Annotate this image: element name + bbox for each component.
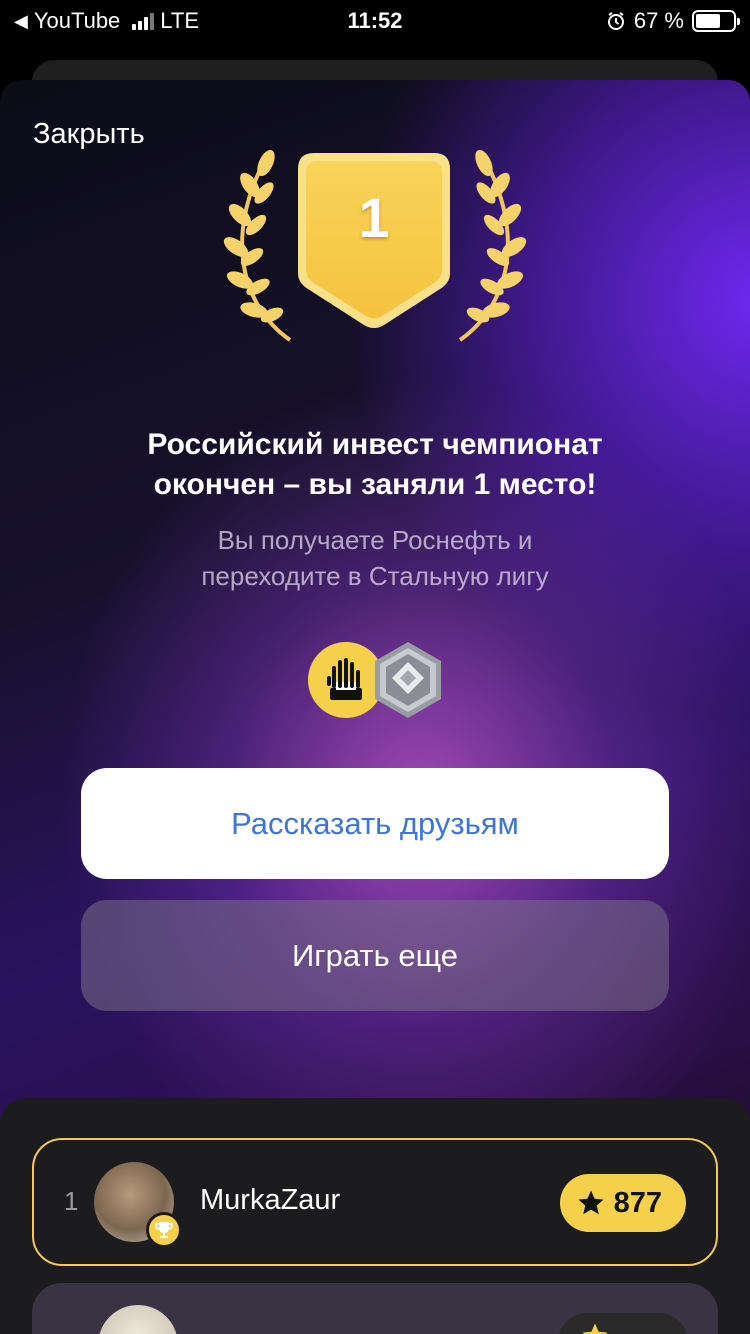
laurel-left-icon — [223, 149, 292, 342]
star-icon — [582, 1323, 608, 1334]
leaderboard: 1 MurkaZaur 877 — [0, 1098, 750, 1334]
result-headline: Российский инвест чемпионат окончен – вы… — [60, 425, 690, 505]
star-icon — [578, 1190, 604, 1215]
battery-icon — [692, 10, 740, 32]
reward-icons — [308, 640, 448, 720]
headline-line-1: Российский инвест чемпионат — [147, 428, 603, 461]
headline-line-2: окончен – вы заняли 1 место! — [153, 468, 597, 501]
place-number: 1 — [358, 186, 390, 249]
player-name: MurkaZaur — [200, 1184, 341, 1216]
trophy-icon — [146, 1212, 182, 1248]
result-subtext: Вы получаете Роснефть и переходите в Ста… — [90, 522, 660, 594]
score-badge: 877 — [559, 1174, 686, 1232]
score-value: 877 — [613, 1186, 662, 1219]
battery-percent: 67 % — [633, 8, 684, 33]
play-again-button[interactable]: Играть еще — [81, 900, 669, 1011]
subtext-line-2: переходите в Стальную лигу — [201, 561, 549, 591]
alarm-icon — [607, 12, 624, 30]
leaderboard-row[interactable]: 1 MurkaZaur 877 — [32, 1138, 718, 1266]
share-with-friends-button[interactable]: Рассказать друзьям — [81, 768, 669, 879]
status-bar: ◀ YouTube LTE 11:52 67 % — [0, 0, 750, 42]
score-badge — [558, 1313, 688, 1334]
battery-fill — [696, 14, 721, 28]
laurel-right-icon — [458, 149, 527, 342]
status-right: 67 % — [606, 8, 740, 34]
subtext-line-1: Вы получаете Роснефть и — [217, 525, 533, 555]
steel-league-icon — [375, 642, 441, 718]
row-rank: 1 — [64, 1186, 79, 1216]
leaderboard-row[interactable] — [32, 1283, 718, 1334]
close-button[interactable]: Закрыть — [33, 118, 145, 151]
avatar — [98, 1305, 178, 1334]
first-place-award: 1 — [220, 145, 530, 355]
